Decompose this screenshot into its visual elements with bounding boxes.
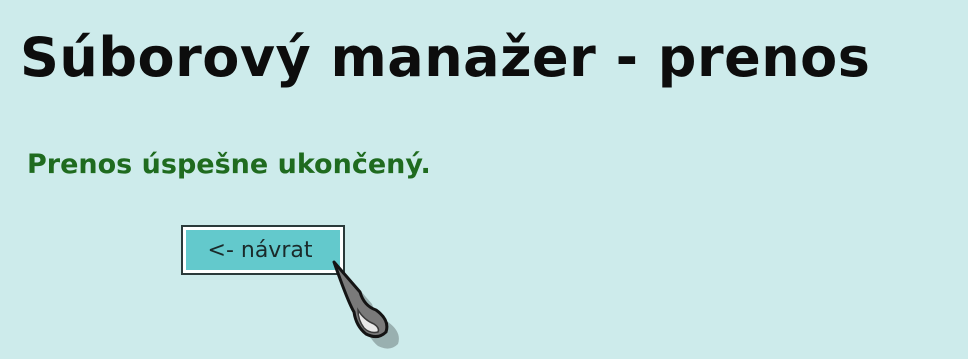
back-button[interactable]: <- návrat xyxy=(181,225,345,275)
status-message: Prenos úspešne ukončený. xyxy=(27,149,431,180)
page-title: Súborový manažer - prenos xyxy=(20,26,871,89)
